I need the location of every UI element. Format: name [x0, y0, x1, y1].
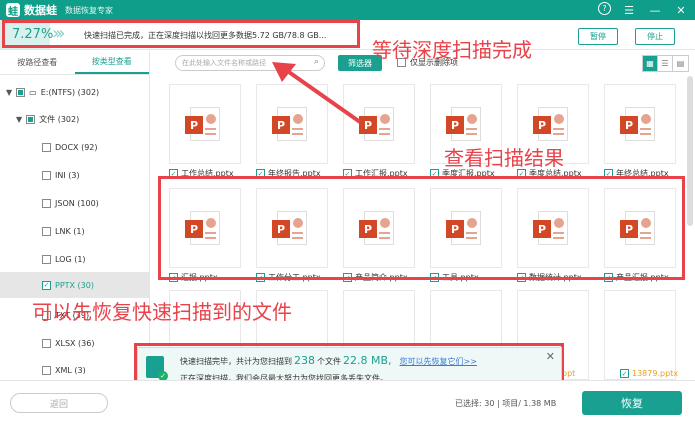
tree-item-pptx[interactable]: ✓ PPTX (30) [0, 272, 150, 298]
toast-mid: 个文件 [317, 357, 341, 366]
pause-button[interactable]: 暂停 [578, 28, 618, 45]
drive-icon: ▭ [29, 87, 37, 97]
chevron-down-icon[interactable]: ▼ [6, 88, 12, 97]
pptx-file-icon: P [185, 107, 220, 141]
back-button[interactable]: 返回 [10, 393, 108, 413]
tree-item-label: JSON (100) [55, 198, 99, 208]
toast-file-count: 238 [294, 354, 315, 367]
selection-status: 已选择: 30 | 项目/ 1.38 MB [455, 399, 557, 408]
tree-item-label: 文件 (302) [39, 114, 80, 124]
tree-checkbox[interactable]: ✓ [42, 280, 51, 290]
tree-checkbox[interactable] [42, 170, 51, 180]
annotation-arrow [272, 62, 362, 124]
highlight-results-box [158, 176, 685, 280]
file-name-partial: ✓ 13879.pptx [620, 369, 678, 378]
tree-checkbox[interactable] [42, 338, 51, 348]
pptx-file-icon: P [533, 107, 568, 141]
highlight-progress-box [2, 20, 360, 48]
detail-view-icon[interactable]: ▤ [673, 56, 688, 71]
tree-checkbox[interactable] [26, 114, 36, 124]
scan-complete-icon [146, 356, 168, 381]
tree-item-xlsx[interactable]: XLSX (36) [0, 333, 150, 353]
file-thumbnail[interactable] [604, 290, 676, 380]
tree-item-xml[interactable]: XML (3) [0, 360, 150, 380]
minimize-icon[interactable]: — [647, 2, 663, 18]
grid-view-icon[interactable]: ▦ [643, 56, 658, 71]
app-logo: 蛙 [6, 3, 20, 18]
tree-item-label: PPTX (30) [55, 280, 94, 290]
tree-item-docx[interactable]: DOCX (92) [0, 137, 150, 157]
tree-item-log[interactable]: LOG (1) [0, 249, 150, 269]
file-thumbnail[interactable]: P [604, 84, 676, 164]
file-card[interactable]: P ✓ 年终总结.pptx [604, 84, 676, 180]
list-view-icon[interactable]: ☰ [658, 56, 673, 71]
app-subtitle: 数据恢复专家 [65, 5, 113, 15]
file-card[interactable]: P ✓ 工作总结.pptx [169, 84, 241, 180]
tree-item-label: E:(NTFS) (302) [40, 87, 100, 97]
annotation-view-results: 查看扫描结果 [444, 146, 564, 170]
tree-item-files[interactable]: ▼ 文件 (302) [0, 109, 150, 129]
tree-item-lnk[interactable]: LNK (1) [0, 221, 150, 241]
tree-item-label: DOCX (92) [55, 142, 98, 152]
close-icon[interactable]: ✕ [546, 350, 555, 363]
grid-scrollbar[interactable] [687, 76, 693, 226]
tree-item-label: LNK (1) [55, 226, 85, 236]
tree-checkbox[interactable] [16, 87, 26, 97]
toast-size: 22.8 MB, [343, 354, 392, 367]
annotation-recover-first: 可以先恢复快速扫描到的文件 [32, 300, 292, 324]
tree-item-drive[interactable]: ▼ ▭ E:(NTFS) (302) [0, 82, 150, 102]
view-switcher: ▦ ☰ ▤ [642, 55, 689, 72]
chevron-down-icon[interactable]: ▼ [16, 115, 22, 124]
pptx-file-icon: P [446, 107, 481, 141]
tree-item-label: XML (3) [55, 365, 86, 375]
tab-by-type[interactable]: 按类型查看 [74, 51, 149, 74]
pptx-file-icon: P [620, 107, 655, 141]
toast-prefix: 快速扫描完毕，共计为您扫描到 [180, 357, 292, 366]
recover-button[interactable]: 恢复 [582, 391, 682, 415]
file-name-label: 13879.pptx [632, 369, 679, 378]
tree-checkbox[interactable] [42, 142, 51, 152]
stop-button[interactable]: 停止 [635, 28, 675, 45]
tree-item-label: INI (3) [55, 170, 80, 180]
title-bar: 蛙 数据蛙 数据恢复专家 ? ☰ — ✕ [0, 0, 695, 20]
help-icon[interactable]: ? [598, 2, 611, 15]
tree-checkbox[interactable] [42, 254, 51, 264]
bottom-bar: 返回 已选择: 30 | 项目/ 1.38 MB 恢复 [0, 380, 695, 424]
tree-checkbox[interactable] [42, 198, 51, 208]
annotation-wait-deep-scan: 等待深度扫描完成 [372, 38, 532, 62]
tab-by-path[interactable]: 按路径查看 [0, 51, 75, 74]
tree-item-json[interactable]: JSON (100) [0, 193, 150, 213]
tree-item-label: XLSX (36) [55, 338, 95, 348]
menu-icon[interactable]: ☰ [621, 2, 637, 18]
close-icon[interactable]: ✕ [673, 2, 689, 18]
file-checkbox[interactable]: ✓ [620, 369, 629, 378]
tree-item-label: LOG (1) [55, 254, 86, 264]
tree-checkbox[interactable] [42, 365, 51, 375]
tree-checkbox[interactable] [42, 226, 51, 236]
file-thumbnail[interactable]: P [169, 84, 241, 164]
app-name: 数据蛙 [24, 4, 57, 17]
recover-now-link[interactable]: 您可以先恢复它们>> [400, 356, 477, 367]
tree-item-ini[interactable]: INI (3) [0, 165, 150, 185]
search-placeholder: 在此处输入文件名称或路径 [182, 59, 266, 67]
